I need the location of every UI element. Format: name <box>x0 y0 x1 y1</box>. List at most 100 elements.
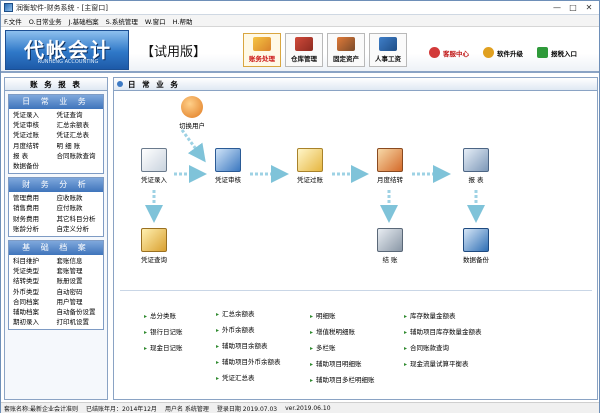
upgrade-icon <box>483 47 494 58</box>
report-link[interactable]: 总分类账 <box>144 310 176 320</box>
section-title-analysis: 财 务 分 析 <box>9 178 103 193</box>
report-link[interactable]: 辅助项目多栏明细账 <box>310 374 375 384</box>
flow-data-backup[interactable]: 数据备份 <box>446 228 506 264</box>
flow-switch-user[interactable]: 切换用户 <box>162 96 222 130</box>
sidebar-item[interactable]: 合同账款查询 <box>57 152 101 161</box>
maximize-icon[interactable]: □ <box>565 2 581 13</box>
payroll-icon <box>379 37 397 51</box>
voucher-entry-icon <box>141 148 167 172</box>
report-link[interactable]: 辅助项目库存数量金额表 <box>404 326 482 336</box>
module-warehouse-button[interactable]: 仓库管理 <box>285 33 323 67</box>
sidebar-item[interactable]: 凭证过账 <box>13 131 57 140</box>
status-user: 用户名 系统管理 <box>164 405 209 413</box>
sidebar-item[interactable]: 期初录入 <box>13 318 57 327</box>
flow-voucher-audit[interactable]: 凭证审核 <box>198 148 258 184</box>
report-link[interactable]: 凭证汇总表 <box>216 372 255 382</box>
sidebar-item[interactable]: 凭证汇总表 <box>57 131 101 140</box>
main-title: 日 常 业 务 <box>114 78 597 91</box>
report-link[interactable]: 辅助项目外币余额表 <box>216 356 281 366</box>
module-ledger-button[interactable]: 账务处理 <box>243 33 281 67</box>
report-link[interactable]: 现金流量试算平衡表 <box>404 358 469 368</box>
module-payroll-button[interactable]: 人事工资 <box>369 33 407 67</box>
sidebar-title: 账 务 报 表 <box>5 78 107 91</box>
sidebar-item[interactable]: 汇总余额表 <box>57 121 101 130</box>
flow-closing[interactable]: 结 账 <box>360 228 420 264</box>
sidebar-item[interactable]: 自动备份设置 <box>57 308 101 317</box>
report-link[interactable]: 汇总余额表 <box>216 308 255 318</box>
sidebar-item[interactable]: 外币类型 <box>13 288 57 297</box>
sidebar-item[interactable]: 其它科目分析 <box>57 215 101 224</box>
sidebar-item[interactable]: 打印机设置 <box>57 318 101 327</box>
section-divider <box>120 290 592 291</box>
status-account: 套账名称:最新企业会计准则 <box>4 405 79 413</box>
sidebar-item[interactable]: 财务费用 <box>13 215 57 224</box>
menu-system[interactable]: S.系统管理 <box>106 16 138 26</box>
sidebar-item[interactable]: 明 细 账 <box>57 142 101 151</box>
app-icon <box>4 3 13 12</box>
sidebar-item[interactable]: 自动密码 <box>57 288 101 297</box>
sidebar-item[interactable]: 自定义分析 <box>57 225 101 234</box>
sidebar-item[interactable]: 应收账款 <box>57 194 101 203</box>
sidebar-item[interactable]: 管理费用 <box>13 194 57 203</box>
edition-label: 【试用版】 <box>141 45 207 60</box>
sidebar-item[interactable]: 销售费用 <box>13 204 57 213</box>
report-link[interactable]: 银行日记账 <box>144 326 183 336</box>
voucher-posting-icon <box>297 148 323 172</box>
sidebar-item[interactable]: 科目维护 <box>13 257 57 266</box>
menu-help[interactable]: H.帮助 <box>173 16 193 26</box>
sidebar-item[interactable]: 结转类型 <box>13 277 57 286</box>
closing-icon <box>377 228 403 252</box>
title-bar: 润衡软件-财务系统 - [主窗口] — □ ✕ <box>1 1 599 15</box>
sidebar-item[interactable]: 账册设置 <box>57 277 101 286</box>
sidebar-item[interactable]: 凭证类型 <box>13 267 57 276</box>
report-link[interactable]: 增值税明细账 <box>310 326 355 336</box>
sidebar-item[interactable]: 月度结转 <box>13 142 57 151</box>
report-link[interactable]: 合同账款查询 <box>404 342 449 352</box>
report-link[interactable]: 辅助项目明细账 <box>310 358 362 368</box>
sidebar-item[interactable]: 凭证查询 <box>57 111 101 120</box>
minimize-icon[interactable]: — <box>549 2 565 13</box>
flow-voucher-posting[interactable]: 凭证过账 <box>280 148 340 184</box>
sidebar-item[interactable]: 报 表 <box>13 152 57 161</box>
section-title-daily: 日 常 业 务 <box>9 95 103 109</box>
sidebar-item[interactable]: 合同档案 <box>13 298 57 307</box>
window-controls: — □ ✕ <box>549 2 597 13</box>
report-link[interactable]: 库存数量金额表 <box>404 310 456 320</box>
status-bar: 套账名称:最新企业会计准则 已结账年月：2014年12月 用户名 系统管理 登录… <box>1 402 599 413</box>
sidebar-item[interactable]: 套账管理 <box>57 267 101 276</box>
sidebar-item[interactable]: 套账信息 <box>57 257 101 266</box>
sidebar-item[interactable]: 账龄分析 <box>13 225 57 234</box>
fixed-asset-icon <box>337 37 355 51</box>
flow-voucher-query[interactable]: 凭证查询 <box>124 228 184 264</box>
sidebar-item[interactable]: 用户管理 <box>57 298 101 307</box>
report-link[interactable]: 外币余额表 <box>216 324 255 334</box>
banner: 代帐会计 RUNHENG ACCOUNTING 【试用版】 账务处理 仓库管理 … <box>1 27 599 73</box>
menu-file[interactable]: F.文件 <box>4 16 22 26</box>
customer-service-link[interactable]: 客服中心 <box>429 47 469 58</box>
report-link[interactable]: 明细账 <box>310 310 336 320</box>
tax-portal-link[interactable]: 报税入口 <box>537 47 577 58</box>
close-icon[interactable]: ✕ <box>581 2 597 13</box>
sidebar-item[interactable]: 凭证审核 <box>13 121 57 130</box>
left-sidebar: 账 务 报 表 日 常 业 务 凭证录入 凭证查询 凭证审核 汇总余额表 凭证过… <box>4 77 108 400</box>
report-link[interactable]: 辅助项目余额表 <box>216 340 268 350</box>
monthly-transfer-icon <box>377 148 403 172</box>
sidebar-item[interactable]: 辅助档案 <box>13 308 57 317</box>
flow-voucher-entry[interactable]: 凭证录入 <box>124 148 184 184</box>
flow-monthly-transfer[interactable]: 月度结转 <box>360 148 420 184</box>
module-fixed-asset-button[interactable]: 固定资产 <box>327 33 365 67</box>
menu-basic[interactable]: J.基础档案 <box>69 16 99 26</box>
software-upgrade-link[interactable]: 软件升级 <box>483 47 523 58</box>
flow-report[interactable]: 报 表 <box>446 148 506 184</box>
brand-logo: 代帐会计 RUNHENG ACCOUNTING <box>5 30 129 70</box>
switch-user-icon <box>181 96 203 118</box>
ledger-icon <box>253 37 271 51</box>
report-link[interactable]: 多栏账 <box>310 342 336 352</box>
voucher-query-icon <box>141 228 167 252</box>
sidebar-item[interactable]: 数据备份 <box>13 162 57 171</box>
menu-daily[interactable]: O.日常业务 <box>29 16 62 26</box>
sidebar-item[interactable]: 应付账款 <box>57 204 101 213</box>
menu-window[interactable]: W.窗口 <box>145 16 166 26</box>
sidebar-item[interactable]: 凭证录入 <box>13 111 57 120</box>
report-link[interactable]: 现金日记账 <box>144 342 183 352</box>
